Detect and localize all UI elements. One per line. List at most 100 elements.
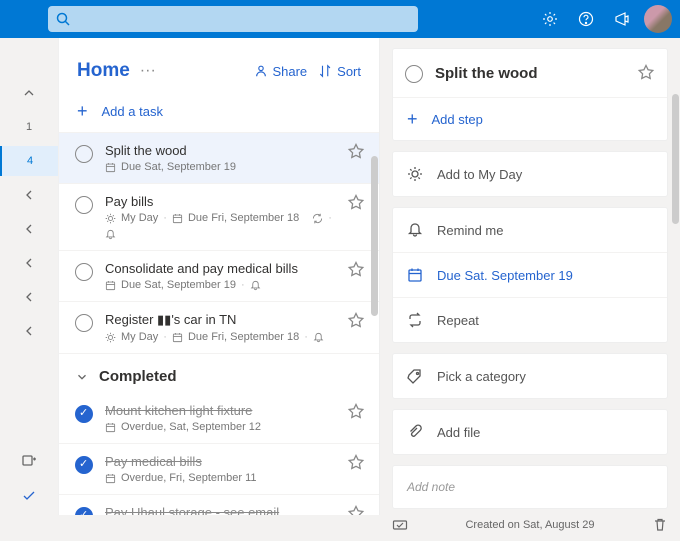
bell-icon — [105, 229, 116, 240]
chevron-left-icon — [21, 289, 37, 305]
search-box[interactable] — [48, 6, 418, 32]
star-button[interactable] — [347, 403, 365, 421]
attachment-icon — [407, 424, 423, 440]
hide-detail-button[interactable] — [392, 517, 408, 533]
person-icon — [254, 64, 268, 78]
remind-me-button[interactable]: Remind me — [393, 208, 667, 252]
detail-myday-card: Add to My Day — [392, 151, 668, 197]
repeat-icon — [407, 312, 423, 328]
completed-section-toggle[interactable]: Completed — [59, 354, 379, 393]
add-task-input[interactable]: + Add a task — [59, 92, 379, 133]
task-meta: Overdue, Fri, September 11 — [105, 472, 335, 484]
chevron-up-icon — [21, 85, 37, 101]
task-row[interactable]: Mount kitchen light fixture Overdue, Sat… — [59, 393, 379, 444]
search-icon — [56, 12, 70, 26]
tag-icon — [407, 368, 423, 384]
star-button[interactable] — [637, 64, 655, 82]
calendar-icon — [172, 213, 183, 224]
delete-task-button[interactable] — [652, 517, 668, 533]
tasks-panel: Home ··· Share Sort + Add a task Split t… — [58, 38, 380, 515]
chevron-left-icon — [21, 323, 37, 339]
task-meta: Overdue, Sat, September 12 — [105, 421, 335, 433]
scrollbar[interactable] — [672, 94, 679, 224]
task-row[interactable]: Consolidate and pay medical bills Due Sa… — [59, 251, 379, 302]
rail-nav-5[interactable] — [0, 316, 58, 346]
search-input[interactable] — [76, 12, 410, 27]
megaphone-icon — [614, 11, 630, 27]
task-title: Register ▮▮'s car in TN — [105, 312, 335, 328]
complete-toggle[interactable] — [75, 196, 93, 214]
rail-nav-2[interactable] — [0, 214, 58, 244]
note-input[interactable]: Add note — [392, 465, 668, 509]
task-row[interactable]: Pay bills My Day·Due Fri, September 18 · — [59, 184, 379, 251]
details-panel: Split the wood + Add step Add to My Day … — [380, 38, 680, 515]
rail-nav-3[interactable] — [0, 248, 58, 278]
task-row[interactable]: Pay medical bills Overdue, Fri, Septembe… — [59, 444, 379, 495]
rail-nav-1[interactable] — [0, 180, 58, 210]
avatar[interactable] — [644, 5, 672, 33]
bell-icon — [313, 332, 324, 343]
topbar — [0, 0, 680, 38]
scrollbar[interactable] — [371, 156, 378, 316]
rail-check[interactable] — [0, 481, 58, 511]
bell-icon — [250, 280, 261, 291]
help-button[interactable] — [572, 5, 600, 33]
add-step-button[interactable]: + Add step — [393, 97, 667, 140]
detail-title-card: Split the wood + Add step — [392, 48, 668, 141]
plus-icon: + — [77, 102, 88, 120]
complete-toggle[interactable] — [75, 507, 93, 515]
repeat-button[interactable]: Repeat — [393, 297, 667, 342]
gear-icon — [542, 11, 558, 27]
task-row[interactable]: Register ▮▮'s car in TN My Day·Due Fri, … — [59, 302, 379, 354]
chevron-left-icon — [21, 221, 37, 237]
task-title: Consolidate and pay medical bills — [105, 261, 335, 276]
rail-badge-1[interactable]: 1 — [0, 112, 58, 142]
new-list-button[interactable] — [0, 447, 58, 477]
star-button[interactable] — [347, 143, 365, 161]
star-button[interactable] — [347, 261, 365, 279]
sun-icon — [105, 213, 116, 224]
announcements-button[interactable] — [608, 5, 636, 33]
task-row[interactable]: Split the wood Due Sat, September 19 — [59, 133, 379, 184]
star-button[interactable] — [347, 194, 365, 212]
rail-collapse[interactable] — [0, 78, 58, 108]
sun-icon — [105, 332, 116, 343]
chevron-left-icon — [21, 187, 37, 203]
rail-nav-4[interactable] — [0, 282, 58, 312]
category-button[interactable]: Pick a category — [393, 354, 667, 398]
star-button[interactable] — [347, 312, 365, 330]
add-file-button[interactable]: Add file — [393, 410, 667, 454]
chevron-left-icon — [21, 255, 37, 271]
add-to-myday-button[interactable]: Add to My Day — [393, 152, 667, 196]
sort-icon — [319, 64, 333, 78]
detail-footer: Created on Sat, August 29 — [380, 509, 680, 541]
sort-button[interactable]: Sort — [319, 64, 361, 79]
task-meta: My Day·Due Fri, September 18 · — [105, 212, 335, 240]
star-button[interactable] — [347, 454, 365, 472]
tasks-header: Home ··· Share Sort — [59, 38, 379, 92]
calendar-icon — [105, 473, 116, 484]
sun-icon — [407, 166, 423, 182]
task-row[interactable]: Pay Uhaul storage - see email Overdue, W… — [59, 495, 379, 515]
check-icon — [21, 488, 37, 504]
complete-toggle[interactable] — [75, 145, 93, 163]
settings-button[interactable] — [536, 5, 564, 33]
task-title: Mount kitchen light fixture — [105, 403, 335, 418]
complete-toggle[interactable] — [75, 314, 93, 332]
complete-toggle[interactable] — [405, 65, 423, 83]
page-title: Home — [77, 60, 130, 82]
share-button[interactable]: Share — [254, 64, 307, 79]
detail-title[interactable]: Split the wood — [435, 65, 625, 82]
star-button[interactable] — [347, 505, 365, 515]
task-meta: Due Sat, September 19· — [105, 279, 335, 291]
complete-toggle[interactable] — [75, 405, 93, 423]
complete-toggle[interactable] — [75, 263, 93, 281]
rail-badge-4[interactable]: 4 — [0, 146, 58, 176]
chevron-down-icon — [75, 370, 89, 384]
list-options-button[interactable]: ··· — [140, 62, 156, 80]
bell-icon — [407, 222, 423, 238]
due-date-button[interactable]: Due Sat. September 19 — [393, 252, 667, 297]
completed-label: Completed — [99, 368, 177, 385]
complete-toggle[interactable] — [75, 456, 93, 474]
task-title: Pay Uhaul storage - see email — [105, 505, 335, 515]
